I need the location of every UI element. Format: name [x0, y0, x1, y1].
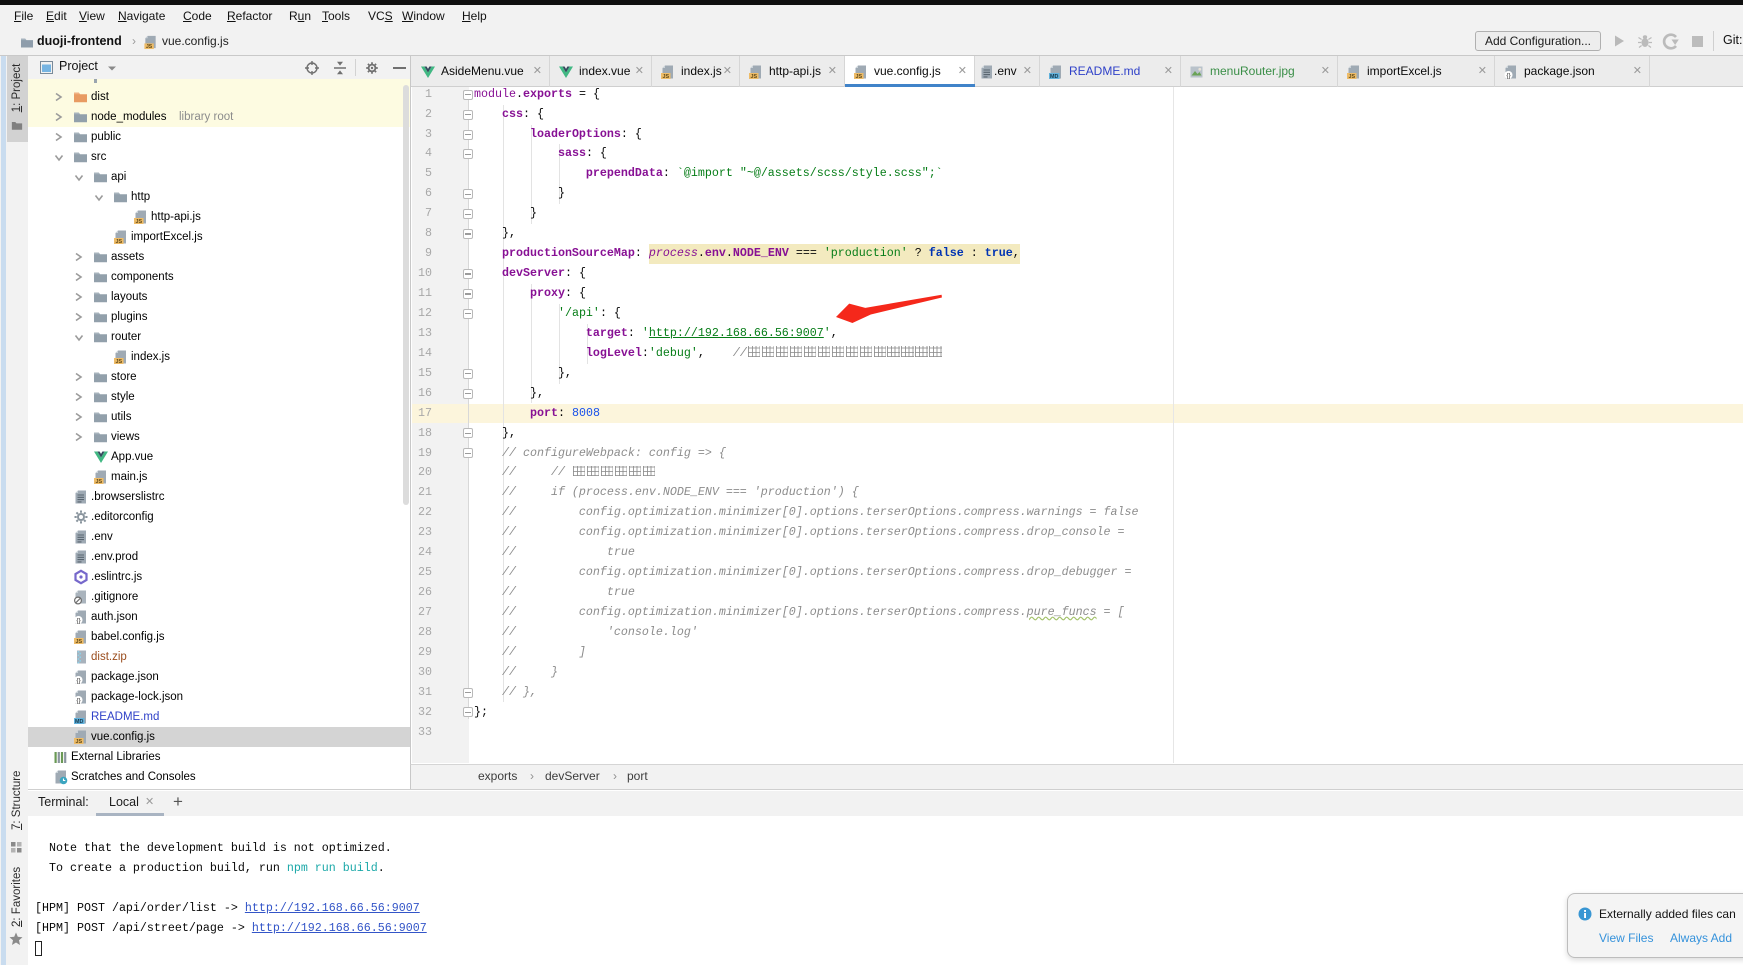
svg-text:JS: JS [750, 74, 757, 80]
svg-text:JS: JS [135, 219, 142, 225]
svg-text:JS: JS [75, 739, 82, 745]
svg-text:JS: JS [662, 74, 669, 80]
svg-text:MD: MD [75, 719, 83, 725]
svg-text:MD: MD [1050, 74, 1058, 80]
svg-text:JS: JS [1348, 74, 1355, 80]
svg-text:JS: JS [95, 479, 102, 485]
svg-text:JS: JS [115, 359, 122, 365]
svg-text:JS: JS [75, 639, 82, 645]
svg-text:JS: JS [855, 74, 862, 80]
svg-text:JS: JS [146, 44, 153, 50]
svg-text:JS: JS [115, 239, 122, 245]
